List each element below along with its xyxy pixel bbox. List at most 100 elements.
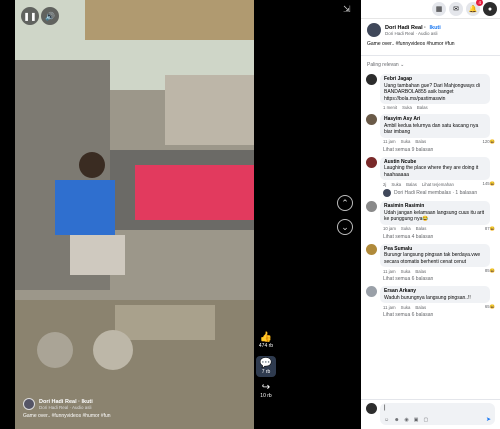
comment-icon: 💬 <box>259 358 273 369</box>
video-player[interactable]: ❚❚ 🔊 Dori Hadi Real · Ikuti Dori Hadi Re… <box>15 0 254 429</box>
gif-icon[interactable]: ▣ <box>414 417 419 423</box>
volume-icon[interactable]: 🔊 <box>41 7 59 25</box>
comments-panel: ▦ ✉ 🔔 4 ● Dori Hadi Real · Ikuti Dori Had… <box>361 0 500 429</box>
notification-badge: 4 <box>476 0 483 6</box>
send-icon[interactable]: ➤ <box>486 416 491 423</box>
commenter-avatar[interactable] <box>366 156 377 168</box>
commenter-avatar[interactable] <box>366 243 377 255</box>
commenter-avatar[interactable] <box>366 114 377 125</box>
video-frame <box>15 0 254 429</box>
like-link[interactable]: Suka <box>402 105 412 110</box>
composer-icons: ☺ ☻ ◉ ▣ ▢ <box>384 417 428 423</box>
comment-list: Febri Jagap Uang tambahan gue? Dari Mahjo… <box>361 74 500 318</box>
commenter-avatar[interactable] <box>366 201 377 212</box>
post-subtitle: Dori Hadi Real · Audio asli <box>385 30 438 36</box>
audio-link[interactable]: Dori Hadi Real · Audio asli <box>39 405 93 410</box>
previous-video-button[interactable]: ⌃ <box>337 195 353 211</box>
reaction-icon: 😆 <box>489 304 495 309</box>
comment-bubble: Austin Ncube Laughing the place where the… <box>380 156 490 180</box>
my-avatar <box>366 403 377 414</box>
like-link[interactable]: Suka <box>401 139 411 144</box>
reaction-icon: 😆 <box>489 268 495 273</box>
emoji-icon[interactable]: ☻ <box>394 417 399 423</box>
reply-link[interactable]: Balas <box>415 139 426 144</box>
reaction-count[interactable]: 120😆 <box>482 139 495 145</box>
view-replies-link[interactable]: Lihat semua 9 balasan <box>383 147 495 153</box>
comment-text: Laughing the place where they are doing … <box>384 165 479 178</box>
top-bar: ▦ ✉ 🔔 4 ● <box>361 0 500 19</box>
comment-text: Udah jangan kelamaan langsung cuus itu a… <box>384 209 485 223</box>
comment-count: 7 rb <box>261 369 271 375</box>
notifications-bell-icon[interactable]: 🔔 4 <box>466 0 483 16</box>
commenter-avatar[interactable] <box>366 286 377 297</box>
menu-grid-icon[interactable]: ▦ <box>432 2 446 16</box>
comment-bubble: Febri Jagap Uang tambahan gue? Dari Mahjo… <box>380 74 490 104</box>
reaction-count[interactable]: 65😆 <box>485 304 495 310</box>
reaction-count[interactable]: 87😆 <box>485 226 495 232</box>
comment-composer: | ☺ ☻ ◉ ▣ ▢ ➤ <box>361 399 500 429</box>
share-stat[interactable]: ↪ 10 rb <box>256 382 276 399</box>
comment-bubble: Pea Sumalu Burungr langsung pingsan tak b… <box>380 243 490 267</box>
comment-text: Burungr langsung pingsan tak berdaya.vwe… <box>384 252 481 265</box>
view-replies-link[interactable]: Lihat semua 4 balasan <box>383 234 495 240</box>
author-reply-avatar <box>383 189 391 197</box>
post-author-name[interactable]: Dori Hadi Real <box>385 25 423 31</box>
comment-text: Uang tambahan gue? Dari Mahjongways di B… <box>384 82 480 102</box>
like-stat[interactable]: 👍 474 rb <box>256 332 276 349</box>
sticker-icon[interactable]: ▢ <box>423 417 428 423</box>
pause-icon[interactable]: ❚❚ <box>21 7 39 25</box>
comment-input-value: | <box>384 405 386 411</box>
comment-item: Febri Jagap Uang tambahan gue? Dari Mahjo… <box>366 74 495 110</box>
comment-time: 1 menit <box>383 105 398 110</box>
comment-item: Hasyim Asy Ari Ambil kedua telurnya dan s… <box>366 114 495 145</box>
profile-avatar[interactable]: ● <box>483 2 497 16</box>
reply-link[interactable]: Balas <box>406 182 417 187</box>
comment-time: 2j <box>383 181 387 187</box>
commenter-avatar[interactable] <box>366 74 377 85</box>
reply-link[interactable]: Balas <box>415 305 426 310</box>
exit-fullscreen-icon[interactable]: ⇲ <box>343 4 351 15</box>
comment-item: Pea Sumalu Burungr langsung pingsan tak b… <box>366 243 495 275</box>
author-name[interactable]: Dori Hadi Real <box>39 399 77 405</box>
next-video-button[interactable]: ⌄ <box>337 219 353 235</box>
sort-dropdown[interactable]: Paling relevan ⌄ <box>361 60 500 70</box>
comment-bubble: Rasimin Rasimin Udah jangan kelamaan lang… <box>380 201 490 225</box>
avatar-sticker-icon[interactable]: ☺ <box>384 417 389 423</box>
chevron-up-icon: ⌃ <box>341 197 349 208</box>
view-replies-link[interactable]: Lihat semua 6 balasan <box>383 312 495 318</box>
comment-item: Ersan Arkany Waduh burungnya langsung pin… <box>366 286 495 310</box>
camera-icon[interactable]: ◉ <box>404 417 408 423</box>
reaction-icon: 😆 <box>489 138 495 144</box>
comment-time: 11 jam <box>383 268 396 274</box>
post-follow-link[interactable]: Ikuti <box>429 25 440 31</box>
reaction-count[interactable]: 145😆 <box>482 181 495 187</box>
comment-stat[interactable]: 💬 7 rb <box>256 356 276 377</box>
chevron-down-icon: ⌄ <box>341 221 349 232</box>
author-reply-link[interactable]: Dori Hadi Real membalas · 1 balasan <box>383 189 495 197</box>
video-caption: Game over.. #funnyvideos #humor #fun <box>23 413 111 419</box>
comment-item: Rasimin Rasimin Udah jangan kelamaan lang… <box>366 201 495 232</box>
share-icon: ↪ <box>261 382 271 393</box>
follow-link[interactable]: Ikuti <box>81 399 92 405</box>
author-avatar[interactable] <box>23 398 35 410</box>
like-link[interactable]: Suka <box>401 305 411 310</box>
translate-link[interactable]: Lihat terjemahan <box>422 182 454 187</box>
comment-text: Waduh burungnya langsung pingsan..!! <box>384 294 471 301</box>
like-link[interactable]: Suka <box>401 226 411 231</box>
messenger-icon[interactable]: ✉ <box>449 2 463 16</box>
share-count: 10 rb <box>260 393 272 399</box>
comment-bubble: Ersan Arkany Waduh burungnya langsung pin… <box>380 286 490 303</box>
reaction-count[interactable]: 85😆 <box>485 268 495 274</box>
reply-link[interactable]: Balas <box>416 226 427 231</box>
thumbs-up-icon: 👍 <box>259 332 273 343</box>
reply-link[interactable]: Balas <box>415 269 426 274</box>
like-link[interactable]: Suka <box>401 269 411 274</box>
view-replies-link[interactable]: Lihat semua 6 balasan <box>383 276 495 282</box>
comment-input[interactable]: | ☺ ☻ ◉ ▣ ▢ ➤ <box>380 403 495 425</box>
comment-time: 11 jam <box>383 304 396 310</box>
like-link[interactable]: Suka <box>391 182 401 187</box>
video-overlay: Dori Hadi Real · Ikuti Dori Hadi Real · … <box>23 398 248 419</box>
post-author-avatar[interactable] <box>367 23 381 37</box>
reply-link[interactable]: Balas <box>417 105 428 110</box>
comment-time: 10 jam <box>383 226 396 231</box>
